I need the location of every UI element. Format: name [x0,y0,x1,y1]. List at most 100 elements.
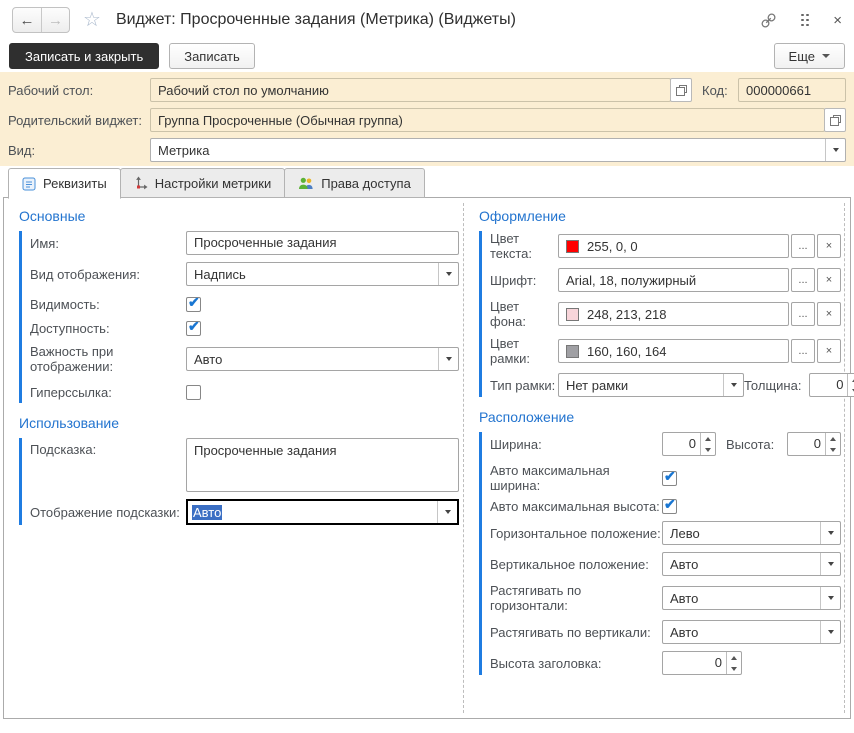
name-input[interactable]: Просроченные задания [186,231,459,255]
save-button[interactable]: Записать [169,43,255,69]
width-spinner[interactable]: 0 [662,432,716,456]
border-color-pick-button[interactable]: ... [791,339,815,363]
display-kind-dropdown-button[interactable] [438,263,458,285]
hyperlink-checkbox[interactable] [186,385,201,400]
header-panel: Рабочий стол: Рабочий стол по умолчанию … [0,72,854,166]
parent-widget-open-button[interactable] [824,108,846,132]
spin-down-button[interactable] [826,444,840,455]
bg-color-clear-button[interactable]: × [817,302,841,326]
spin-down-button[interactable] [848,385,854,396]
text-color-pick-button[interactable]: ... [791,234,815,258]
left-column: Основные Имя: Просроченные задания Вид о… [9,200,459,532]
spin-down-button[interactable] [727,663,741,674]
forward-button[interactable]: → [41,8,69,32]
ispolzovanie-fields: Подсказка: Просроченные задания Отображе… [19,438,459,525]
h-stretch-dropdown-button[interactable] [820,587,840,609]
v-stretch-combobox[interactable]: Авто [662,620,841,644]
border-type-dropdown-button[interactable] [723,374,743,396]
chevron-down-icon [445,510,451,514]
spin-up-button[interactable] [848,374,854,385]
desktop-open-button[interactable] [670,78,692,102]
thickness-spinner[interactable]: 0 [809,373,854,397]
width-label: Ширина: [490,437,662,452]
tooltip-textarea[interactable]: Просроченные задания [186,438,459,492]
text-color-field[interactable]: 255, 0, 0 [558,234,789,258]
auto-max-height-checkbox[interactable] [662,499,677,514]
h-pos-dropdown-button[interactable] [820,522,840,544]
header-height-spinner[interactable]: 0 [662,651,742,675]
accessibility-checkbox[interactable] [186,321,201,336]
auto-max-width-label: Авто максимальная ширина: [490,463,662,493]
importance-combobox[interactable]: Авто [186,347,459,371]
spin-down-button[interactable] [701,444,715,455]
kind-combobox[interactable]: Метрика [150,138,846,162]
visibility-label: Видимость: [30,297,186,312]
spin-up-button[interactable] [826,433,840,444]
favorite-star-icon[interactable]: ☆ [83,10,101,30]
display-kind-row: Вид отображения: Надпись [30,262,459,286]
visibility-checkbox[interactable] [186,297,201,312]
tab-metric-settings[interactable]: Настройки метрики [120,168,286,198]
font-clear-button[interactable]: × [817,268,841,292]
importance-dropdown-button[interactable] [438,348,458,370]
bg-color-field[interactable]: 248, 213, 218 [558,302,789,326]
users-icon [298,177,314,190]
chevron-down-icon [828,630,834,634]
more-button-label: Еще [789,49,815,64]
bg-color-pick-button[interactable]: ... [791,302,815,326]
desktop-field[interactable]: Рабочий стол по умолчанию [150,78,671,102]
tab-bar: Реквизиты Настройки метрики Права доступ… [8,168,424,199]
h-pos-combobox[interactable]: Лево [662,521,841,545]
text-color-clear-button[interactable]: × [817,234,841,258]
code-label: Код: [702,83,738,98]
link-icon[interactable] [760,12,777,29]
parent-widget-row: Родительский виджет: Группа Просроченные… [8,108,846,132]
font-field[interactable]: Arial, 18, полужирный [558,268,789,292]
v-stretch-dropdown-button[interactable] [820,621,840,643]
parent-widget-field[interactable]: Группа Просроченные (Обычная группа) [150,108,825,132]
tooltip-display-dropdown-button[interactable] [437,501,457,523]
bg-color-swatch [566,308,579,321]
more-button[interactable]: Еще [774,43,845,69]
kind-dropdown-button[interactable] [825,139,845,161]
h-stretch-combobox[interactable]: Авто [662,586,841,610]
spin-up-button[interactable] [727,652,741,663]
v-stretch-label: Растягивать по вертикали: [490,625,662,640]
save-and-close-button[interactable]: Записать и закрыть [9,43,159,69]
tooltip-label: Подсказка: [30,438,186,457]
v-pos-combobox[interactable]: Авто [662,552,841,576]
border-type-value: Нет рамки [559,378,723,393]
tab-access-rights[interactable]: Права доступа [284,168,425,198]
font-pick-button[interactable]: ... [791,268,815,292]
back-button[interactable]: ← [13,8,41,32]
height-label: Высота: [726,437,782,452]
border-color-field[interactable]: 160, 160, 164 [558,339,789,363]
osnovnye-fields: Имя: Просроченные задания Вид отображени… [19,231,459,403]
tab-rekvizity[interactable]: Реквизиты [8,168,121,199]
display-kind-combobox[interactable]: Надпись [186,262,459,286]
tooltip-display-combobox[interactable]: Авто [186,499,459,525]
more-menu-icon[interactable] [801,14,809,27]
name-row: Имя: Просроченные задания [30,231,459,255]
auto-max-width-checkbox[interactable] [662,471,677,486]
chevron-down-icon [446,357,452,361]
v-pos-value: Авто [663,557,820,572]
h-pos-label: Горизонтальное положение: [490,526,662,541]
border-type-combobox[interactable]: Нет рамки [558,373,744,397]
importance-value: Авто [187,352,438,367]
code-field[interactable]: 000000661 [738,78,846,102]
height-spinner[interactable]: 0 [787,432,841,456]
h-pos-value: Лево [663,526,820,541]
page-title: Виджет: Просроченные задания (Метрика) (… [116,11,516,29]
section-title-oformlenie: Оформление [479,208,841,224]
font-row: Шрифт: Arial, 18, полужирный ... × [490,268,841,292]
spin-up-button[interactable] [701,433,715,444]
display-kind-label: Вид отображения: [30,267,186,282]
border-color-clear-button[interactable]: × [817,339,841,363]
hyperlink-row: Гиперссылка: [30,381,459,403]
triangle-down-icon [705,448,711,452]
v-pos-dropdown-button[interactable] [820,553,840,575]
close-icon[interactable]: × [833,13,842,28]
width-value: 0 [663,433,700,455]
header-height-value: 0 [663,652,726,674]
